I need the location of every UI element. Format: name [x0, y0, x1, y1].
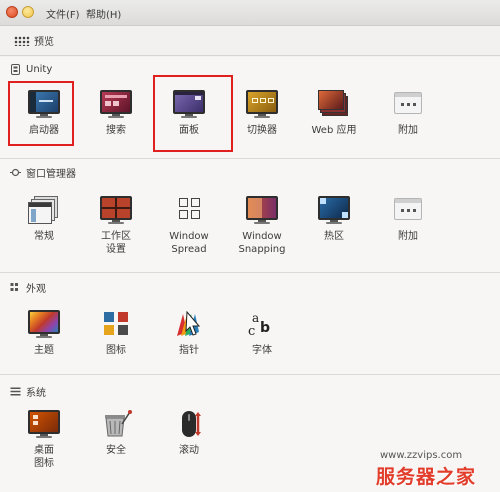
general-icon	[28, 196, 60, 224]
window-snapping-icon	[246, 196, 278, 224]
close-window-button[interactable]	[6, 6, 18, 18]
hotcorners-icon	[318, 196, 350, 224]
wm-item-general[interactable]: 常规	[8, 196, 78, 256]
appearance-icon	[10, 282, 21, 293]
toolbar: 预览	[0, 26, 500, 56]
search-icon	[100, 90, 132, 118]
section-header-appearance: 外观	[10, 280, 46, 295]
title-bar: 文件(F) 帮助(H)	[0, 0, 500, 26]
unity-item-additional[interactable]: 附加	[372, 90, 442, 142]
watermark-brand: 服务器之家	[376, 466, 477, 488]
svg-text:b: b	[260, 320, 270, 336]
wm-item-window-spread[interactable]: Window Spread	[153, 196, 223, 256]
window-spread-icon	[173, 196, 205, 224]
section-header-window-manager: 窗口管理器	[10, 165, 76, 180]
menu-help[interactable]: 帮助(H)	[86, 6, 121, 21]
highlight-box-launcher	[8, 81, 74, 146]
unity-item-search[interactable]: 搜索	[80, 90, 150, 142]
svg-text:a: a	[252, 311, 259, 325]
additional-icon	[392, 90, 424, 118]
section-title: 窗口管理器	[26, 169, 76, 180]
section-title: 外观	[26, 284, 46, 295]
section-title: Unity	[26, 64, 53, 75]
wm-item-hotcorners[interactable]: 热区	[298, 196, 368, 256]
appearance-item-fonts[interactable]: a c b 字体	[226, 310, 296, 362]
security-icon	[100, 410, 132, 438]
theme-icon	[28, 310, 60, 338]
wm-item-window-snapping[interactable]: Window Snapping	[226, 196, 296, 256]
wm-item-workspace-settings[interactable]: 工作区 设置	[80, 196, 150, 256]
desktop-icons-icon	[28, 410, 60, 438]
appearance-item-theme[interactable]: 主题	[8, 310, 78, 362]
fonts-icon: a c b	[246, 310, 278, 339]
appearance-item-icons[interactable]: 图标	[80, 310, 150, 362]
section-header-unity: Unity	[10, 64, 52, 75]
unity-item-web-apps[interactable]: Web 应用	[298, 90, 368, 142]
system-icon	[10, 386, 21, 397]
overview-button[interactable]: 预览	[8, 29, 60, 53]
cursor-icon	[173, 310, 205, 338]
web-apps-icon	[318, 90, 350, 118]
section-separator	[0, 158, 500, 159]
switcher-icon	[246, 90, 278, 118]
system-item-desktop-icons[interactable]: 桌面 图标	[8, 410, 78, 470]
workspace-settings-icon	[100, 196, 132, 224]
system-item-scrolling[interactable]: 滚动	[153, 410, 223, 462]
wm-item-additional[interactable]: 附加	[372, 196, 442, 256]
appearance-item-cursor[interactable]: 指针	[153, 310, 223, 362]
minimize-window-button[interactable]	[22, 6, 34, 18]
system-item-security[interactable]: 安全	[80, 410, 150, 462]
section-separator	[0, 374, 500, 375]
section-header-system: 系统	[10, 384, 46, 399]
preview-label: 预览	[34, 37, 54, 48]
grid-icon	[14, 36, 30, 46]
section-separator	[0, 272, 500, 273]
icons-icon	[100, 310, 132, 338]
window-manager-icon	[10, 167, 21, 178]
unity-item-switcher[interactable]: 切换器	[226, 90, 296, 142]
additional-icon	[392, 196, 424, 224]
highlight-box-panel	[153, 75, 233, 152]
svg-text:c: c	[248, 324, 255, 338]
scrolling-icon	[173, 410, 205, 438]
unity-icon	[10, 64, 21, 75]
menu-file[interactable]: 文件(F)	[46, 6, 80, 21]
watermark-url: www.zzvips.com	[380, 450, 463, 461]
section-title: 系统	[26, 388, 46, 399]
